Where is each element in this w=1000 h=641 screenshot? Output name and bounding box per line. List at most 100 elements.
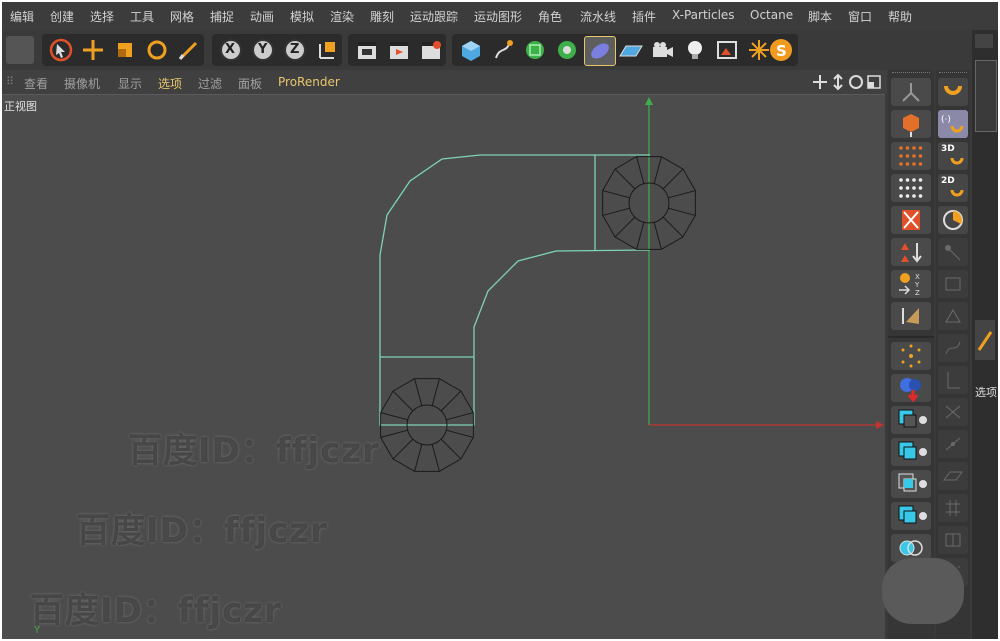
boole-intersect-button[interactable] [891,470,931,498]
pen-spline-button[interactable] [488,36,518,64]
workplane-icon [943,471,963,481]
pan-icon[interactable] [813,75,827,89]
viewport-menu-view[interactable]: 查看 [24,75,48,92]
viewport-menu-prorender[interactable]: ProRender [278,75,340,89]
snap-polygon-button[interactable] [938,302,968,330]
menu-help[interactable]: 帮助 [888,8,912,25]
snap-grid-point-button[interactable] [938,494,968,522]
cube-button[interactable] [456,36,486,64]
substance-button[interactable]: S [766,36,796,64]
point-grid-button[interactable] [891,174,931,202]
menu-simulate[interactable]: 模拟 [290,8,314,25]
snap-radial-button[interactable] [938,206,968,234]
dynamics-button[interactable] [891,374,931,403]
viewport-menu-filter[interactable]: 过滤 [198,75,222,92]
drag-handle-icon[interactable]: ⠿ [6,75,14,88]
menu-motion-track[interactable]: 运动跟踪 [410,8,458,25]
pencil-icon [977,331,993,351]
menu-render[interactable]: 渲染 [330,8,354,25]
viewport-menu-display[interactable]: 显示 [118,75,142,92]
menu-character[interactable]: 角色 [538,8,562,25]
maximize-icon[interactable] [867,75,881,89]
cloner-icon [558,41,576,59]
camera-icon [653,42,673,57]
snap-3d-button[interactable]: 3D [938,142,968,170]
deformer-button[interactable] [584,36,616,66]
move-button[interactable] [78,36,108,64]
z-axis-lock-button[interactable]: Z [280,36,310,64]
clapperboard-icon [358,42,376,59]
x-axis-label: X [225,42,236,57]
floor-button[interactable] [616,36,646,64]
viewport-menu-cameras[interactable]: 摄像机 [64,75,100,92]
menu-animate[interactable]: 动画 [250,8,274,25]
boole-without-button[interactable] [891,502,931,530]
front-viewport[interactable]: 正视图 Y 百度ID：ffjczr 百度ID：ffjczr 百度ID：ffjcz… [2,94,885,639]
menu-create[interactable]: 创建 [50,8,74,25]
joint-tool-button[interactable] [891,78,931,106]
viewport-menu-options[interactable]: 选项 [158,75,182,92]
material-button[interactable] [712,36,742,64]
menu-x-particles[interactable]: X-Particles [672,8,735,22]
dolly-icon[interactable] [833,73,843,91]
y-axis-label: Y [258,42,268,57]
y-axis [645,97,653,425]
viewport-menu-panel[interactable]: 面板 [238,75,262,92]
array-button[interactable] [891,142,931,170]
menu-snap[interactable]: 捕捉 [210,8,234,25]
coordinate-system-button[interactable] [312,36,342,64]
menu-window[interactable]: 窗口 [848,8,872,25]
light-button[interactable] [680,36,710,64]
menu-script[interactable]: 脚本 [808,8,832,25]
emitter-button[interactable] [891,342,931,370]
menu-sculpt[interactable]: 雕刻 [370,8,394,25]
snap-auto-button[interactable]: (·) [938,110,968,138]
x-axis-lock-button[interactable]: X [216,36,246,64]
orbit-icon[interactable] [849,75,863,89]
boole-subtract-button[interactable] [891,406,931,434]
undo-button[interactable] [6,36,34,64]
subdivision-surface-button[interactable] [520,36,550,64]
snap-midpoint-button[interactable] [938,430,968,458]
panel-tool-area[interactable] [975,320,995,360]
render-view-button[interactable] [352,36,382,64]
rotate-button[interactable] [142,36,172,64]
coordinate-button[interactable]: XYZ [891,270,931,298]
menu-mograph[interactable]: 运动图形 [474,8,522,25]
move-tool-button[interactable] [46,36,76,64]
uv-button[interactable] [891,206,931,234]
snap-edge-button[interactable] [938,270,968,298]
mirror-button[interactable] [891,302,931,330]
snap-axis-button[interactable] [938,366,968,394]
snap-intersection-button[interactable] [938,398,968,426]
snap-toggle-button[interactable] [938,78,968,106]
sweep-spline[interactable] [379,154,651,426]
extrude-button[interactable] [891,110,931,138]
menu-tools[interactable]: 工具 [130,8,154,25]
render-settings-button[interactable] [416,36,446,64]
snap-grid-line-button[interactable] [938,526,968,554]
snap-spline-button[interactable] [938,334,968,362]
boole-union-button[interactable] [891,438,931,466]
menu-select[interactable]: 选择 [90,8,114,25]
menu-plugins[interactable]: 插件 [632,8,656,25]
y-axis-lock-button[interactable]: Y [248,36,278,64]
cursor-icon [49,38,73,62]
snap-vertex-button[interactable] [938,238,968,266]
menu-edit[interactable]: 编辑 [10,8,34,25]
align-axis-button[interactable] [891,238,931,266]
panel-tab[interactable] [975,34,993,48]
brush-button[interactable] [174,36,204,64]
menu-octane[interactable]: Octane [750,8,793,22]
cloner-button[interactable] [552,36,582,64]
camera-button[interactable] [648,36,678,64]
snap-2d-button[interactable]: 2D [938,174,968,202]
menu-pipeline[interactable]: 流水线 [580,8,616,25]
render-picture-viewer-button[interactable] [384,36,414,64]
menu-mesh[interactable]: 网格 [170,8,194,25]
mini-panel [975,60,997,132]
watermark-text: 百度ID：ffjczr [30,591,282,631]
snap-workplane-button[interactable] [938,462,968,490]
scale-button[interactable] [110,36,140,64]
axis-icon [947,372,960,389]
